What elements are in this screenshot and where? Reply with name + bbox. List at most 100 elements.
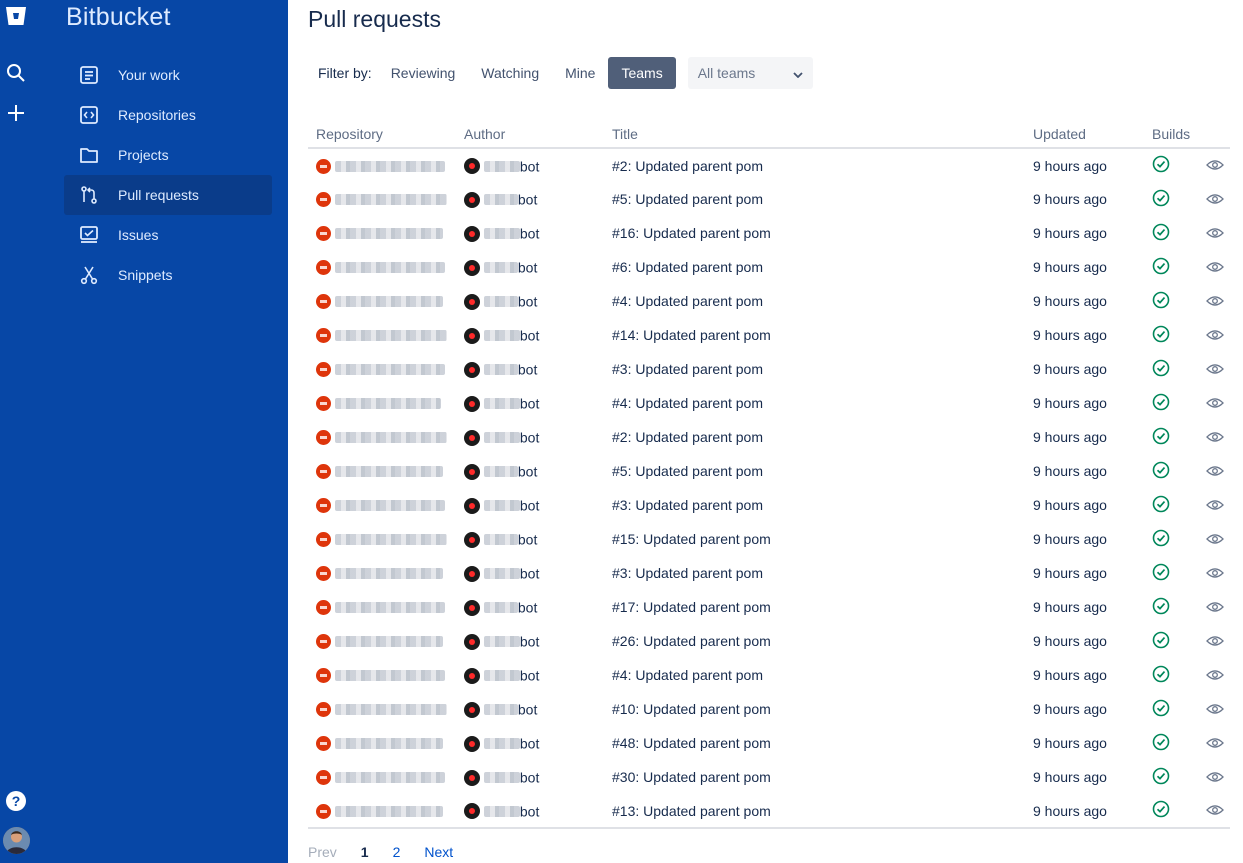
sidebar-item-repositories[interactable]: Repositories: [64, 95, 272, 135]
sidebar-item-projects[interactable]: Projects: [64, 135, 272, 175]
teams-select[interactable]: All teams: [687, 57, 813, 89]
filter-watching-button[interactable]: Watching: [468, 57, 552, 89]
table-row[interactable]: bot #13: Updated parent pom 9 hours ago: [308, 794, 1230, 829]
build-success-icon[interactable]: [1152, 257, 1170, 278]
table-row[interactable]: bot #3: Updated parent pom 9 hours ago: [308, 556, 1230, 590]
build-success-icon[interactable]: [1152, 767, 1170, 788]
repository-cell[interactable]: [308, 794, 456, 829]
pull-request-title-link[interactable]: #10: Updated parent pom: [612, 701, 771, 717]
search-icon[interactable]: [4, 61, 28, 85]
repository-cell[interactable]: [308, 488, 456, 522]
filter-teams-button[interactable]: Teams: [608, 57, 676, 89]
eye-watch-icon[interactable]: [1206, 294, 1224, 310]
repository-cell[interactable]: [308, 590, 456, 624]
repository-cell[interactable]: [308, 624, 456, 658]
build-success-icon[interactable]: [1152, 325, 1170, 346]
build-success-icon[interactable]: [1152, 529, 1170, 550]
next-page-button[interactable]: Next: [424, 844, 453, 860]
table-row[interactable]: bot #3: Updated parent pom 9 hours ago: [308, 352, 1230, 386]
pull-request-title-link[interactable]: #16: Updated parent pom: [612, 225, 771, 241]
build-success-icon[interactable]: [1152, 291, 1170, 312]
table-row[interactable]: bot #5: Updated parent pom 9 hours ago: [308, 454, 1230, 488]
pull-request-title-link[interactable]: #2: Updated parent pom: [612, 158, 763, 174]
repository-cell[interactable]: [308, 692, 456, 726]
repository-cell[interactable]: [308, 216, 456, 250]
repository-cell[interactable]: [308, 182, 456, 216]
repository-cell[interactable]: [308, 556, 456, 590]
eye-watch-icon[interactable]: [1206, 226, 1224, 242]
table-row[interactable]: bot #5: Updated parent pom 9 hours ago: [308, 182, 1230, 216]
pull-request-title-link[interactable]: #26: Updated parent pom: [612, 633, 771, 649]
pull-request-title-link[interactable]: #4: Updated parent pom: [612, 293, 763, 309]
pull-request-title-link[interactable]: #17: Updated parent pom: [612, 599, 771, 615]
build-success-icon[interactable]: [1152, 495, 1170, 516]
eye-watch-icon[interactable]: [1206, 192, 1224, 208]
table-row[interactable]: bot #17: Updated parent pom 9 hours ago: [308, 590, 1230, 624]
repository-cell[interactable]: [308, 386, 456, 420]
eye-watch-icon[interactable]: [1206, 532, 1224, 548]
pull-request-title-link[interactable]: #30: Updated parent pom: [612, 769, 771, 785]
repository-cell[interactable]: [308, 726, 456, 760]
bitbucket-logo-icon[interactable]: [5, 5, 27, 27]
page-2-link[interactable]: 2: [393, 844, 401, 860]
table-row[interactable]: bot #4: Updated parent pom 9 hours ago: [308, 386, 1230, 420]
pull-request-title-link[interactable]: #2: Updated parent pom: [612, 429, 763, 445]
eye-watch-icon[interactable]: [1206, 634, 1224, 650]
table-row[interactable]: bot #30: Updated parent pom 9 hours ago: [308, 760, 1230, 794]
build-success-icon[interactable]: [1152, 597, 1170, 618]
header-updated[interactable]: Updated: [1025, 120, 1144, 149]
help-icon[interactable]: ?: [6, 791, 26, 811]
eye-watch-icon[interactable]: [1206, 430, 1224, 446]
build-success-icon[interactable]: [1152, 733, 1170, 754]
header-repository[interactable]: Repository: [308, 120, 456, 149]
pull-request-title-link[interactable]: #4: Updated parent pom: [612, 667, 763, 683]
filter-reviewing-button[interactable]: Reviewing: [378, 57, 469, 89]
table-row[interactable]: bot #14: Updated parent pom 9 hours ago: [308, 318, 1230, 352]
table-row[interactable]: bot #2: Updated parent pom 9 hours ago: [308, 148, 1230, 182]
table-row[interactable]: bot #26: Updated parent pom 9 hours ago: [308, 624, 1230, 658]
build-success-icon[interactable]: [1152, 800, 1170, 821]
eye-watch-icon[interactable]: [1206, 770, 1224, 786]
repository-cell[interactable]: [308, 420, 456, 454]
sidebar-item-snippets[interactable]: Snippets: [64, 255, 272, 295]
header-builds[interactable]: Builds: [1144, 120, 1198, 149]
build-success-icon[interactable]: [1152, 223, 1170, 244]
prev-page-button[interactable]: Prev: [308, 844, 337, 860]
repository-cell[interactable]: [308, 148, 456, 182]
pull-request-title-link[interactable]: #4: Updated parent pom: [612, 395, 763, 411]
pull-request-title-link[interactable]: #13: Updated parent pom: [612, 803, 771, 819]
build-success-icon[interactable]: [1152, 155, 1170, 176]
repository-cell[interactable]: [308, 454, 456, 488]
sidebar-item-issues[interactable]: Issues: [64, 215, 272, 255]
sidebar-item-pull-requests[interactable]: Pull requests: [64, 175, 272, 215]
pull-request-title-link[interactable]: #15: Updated parent pom: [612, 531, 771, 547]
build-success-icon[interactable]: [1152, 699, 1170, 720]
eye-watch-icon[interactable]: [1206, 668, 1224, 684]
header-author[interactable]: Author: [456, 120, 604, 149]
repository-cell[interactable]: [308, 658, 456, 692]
pull-request-title-link[interactable]: #3: Updated parent pom: [612, 497, 763, 513]
pull-request-title-link[interactable]: #3: Updated parent pom: [612, 565, 763, 581]
eye-watch-icon[interactable]: [1206, 362, 1224, 378]
eye-watch-icon[interactable]: [1206, 158, 1224, 174]
pull-request-title-link[interactable]: #14: Updated parent pom: [612, 327, 771, 343]
table-row[interactable]: bot #3: Updated parent pom 9 hours ago: [308, 488, 1230, 522]
eye-watch-icon[interactable]: [1206, 803, 1224, 819]
repository-cell[interactable]: [308, 352, 456, 386]
table-row[interactable]: bot #4: Updated parent pom 9 hours ago: [308, 658, 1230, 692]
build-success-icon[interactable]: [1152, 665, 1170, 686]
user-avatar[interactable]: [3, 827, 30, 854]
build-success-icon[interactable]: [1152, 563, 1170, 584]
pull-request-title-link[interactable]: #48: Updated parent pom: [612, 735, 771, 751]
eye-watch-icon[interactable]: [1206, 396, 1224, 412]
table-row[interactable]: bot #15: Updated parent pom 9 hours ago: [308, 522, 1230, 556]
pull-request-title-link[interactable]: #3: Updated parent pom: [612, 361, 763, 377]
eye-watch-icon[interactable]: [1206, 498, 1224, 514]
eye-watch-icon[interactable]: [1206, 736, 1224, 752]
table-row[interactable]: bot #10: Updated parent pom 9 hours ago: [308, 692, 1230, 726]
eye-watch-icon[interactable]: [1206, 566, 1224, 582]
build-success-icon[interactable]: [1152, 427, 1170, 448]
repository-cell[interactable]: [308, 250, 456, 284]
pull-request-title-link[interactable]: #6: Updated parent pom: [612, 259, 763, 275]
build-success-icon[interactable]: [1152, 359, 1170, 380]
